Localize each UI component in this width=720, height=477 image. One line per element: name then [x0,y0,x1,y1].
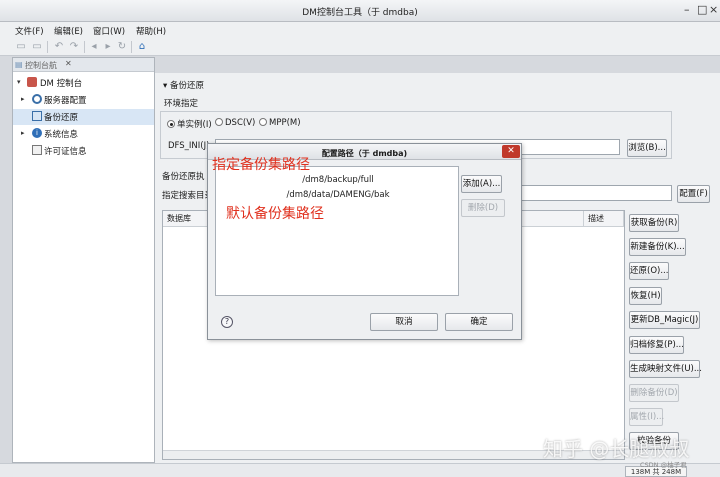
zhihu-watermark: 知乎 @长腿叔叔 [543,437,690,461]
restore-button[interactable]: 还原(O)... [629,262,669,280]
delete-path-button[interactable]: 删除(D) [461,199,505,217]
help-icon[interactable]: ? [221,316,233,328]
menu-window[interactable]: 窗口(W) [93,25,125,37]
close-window-icon[interactable]: × [709,3,718,16]
tree-item-label: 备份还原 [44,113,79,123]
annotation-specify-path: 指定备份集路径 [212,157,310,173]
radio-unchecked-icon [259,118,267,126]
home-icon[interactable]: ⌂ [136,41,148,53]
path-list-item[interactable]: /dm8/backup/full [216,175,460,185]
collapsed-arrow-icon[interactable]: ▸ [21,129,25,137]
navigation-panel: ▤ 控制台航 ✕ ▾ DM 控制台 ▸ 服务器配置 备份还原 ▸ i 系统信息 … [12,57,155,463]
tree-item-backup-restore[interactable]: 备份还原 [13,109,154,125]
menu-edit[interactable]: 编辑(E) [54,25,83,37]
window-title: DM控制台工具（于 dmdba) [302,8,418,18]
delete-backup-button[interactable]: 删除备份(D) [629,384,679,402]
redo-icon[interactable]: ↷ [68,41,80,53]
statusbar [0,463,720,477]
ok-button[interactable]: 确定 [445,313,513,331]
radio-single-instance[interactable]: 单实例(I) [167,118,212,130]
panel-icon: ▤ [15,60,23,69]
env-group-title: 环境指定 [164,99,199,109]
tree-item-label: DM 控制台 [40,79,83,89]
tree-item-system-info[interactable]: ▸ i 系统信息 [13,126,154,142]
tree-item-label: 服务器配置 [44,96,87,106]
close-tab-icon[interactable]: ✕ [65,59,72,68]
save-all-icon[interactable]: ▭ [31,41,43,53]
update-db-magic-button[interactable]: 更新DB_Magic(J) [629,311,700,329]
dm-console-icon [27,77,37,87]
server-config-icon [32,94,42,104]
archive-repair-button[interactable]: 归档修复(P)... [629,336,684,354]
backup-exec-label: 备份还原执 [162,172,205,182]
forward-icon[interactable]: ▸ [102,41,114,53]
save-icon[interactable]: ▭ [15,41,27,53]
back-icon[interactable]: ◂ [88,41,100,53]
recover-button[interactable]: 恢复(H) [629,287,662,305]
path-list-item[interactable]: /dm8/data/DAMENG/bak [216,190,460,200]
collapsed-arrow-icon[interactable]: ▸ [21,95,25,103]
window-titlebar: DM控制台工具（于 dmdba) – □ × [0,0,720,22]
generate-mapping-button[interactable]: 生成映射文件(U)... [629,360,702,378]
col-header-description[interactable]: 描述 [584,211,624,227]
maximize-icon[interactable]: □ [697,3,707,16]
refresh-icon[interactable]: ↻ [116,41,128,53]
radio-unchecked-icon [215,118,223,126]
path-list[interactable]: /dm8/backup/full /dm8/data/DAMENG/bak [215,166,459,296]
radio-dsc[interactable]: DSC(V) [215,118,255,128]
toolbar: ▭ ▭ ↶ ↷ ◂ ▸ ↻ ⌂ [0,38,720,56]
config-button[interactable]: 配置(F) [677,185,710,203]
csdn-watermark: CSDN @柚子君 [640,461,687,469]
menu-help[interactable]: 帮助(H) [136,25,166,37]
tree-item-license-info[interactable]: 许可证信息 [13,143,154,159]
annotation-default-path: 默认备份集路径 [226,206,324,222]
license-icon [32,145,42,155]
section-title: ▾ 备份还原 [163,81,204,91]
menubar: 文件(F) 编辑(E) 窗口(W) 帮助(H) [0,22,720,38]
tree-item-label: 系统信息 [44,130,79,140]
add-path-button[interactable]: 添加(A)... [461,175,502,193]
dfs-ini-label: DFS_INI(J) [168,141,210,151]
cancel-button[interactable]: 取消 [370,313,438,331]
config-path-dialog: 配置路径（于 dmdba) ✕ /dm8/backup/full /dm8/da… [207,143,522,340]
tree-item-label: 许可证信息 [44,147,87,157]
radio-mpp[interactable]: MPP(M) [259,118,301,128]
search-dir-label: 指定搜索目录 [162,191,214,201]
undo-icon[interactable]: ↶ [53,41,65,53]
nav-panel-tab[interactable]: ▤ 控制台航 ✕ [13,58,154,72]
tree-item-dm-console[interactable]: ▾ DM 控制台 [13,75,154,91]
minimize-icon[interactable]: – [684,3,690,16]
backup-icon [32,111,42,121]
info-icon: i [32,128,42,138]
get-backup-button[interactable]: 获取备份(R) [629,214,679,232]
browse-button[interactable]: 浏览(B)... [627,139,667,157]
menu-file[interactable]: 文件(F) [15,25,44,37]
tree-item-server-config[interactable]: ▸ 服务器配置 [13,92,154,108]
nav-panel-tab-label: 控制台航 [25,61,57,70]
close-dialog-icon[interactable]: ✕ [502,145,520,158]
new-backup-button[interactable]: 新建备份(K)... [629,238,686,256]
properties-button[interactable]: 属性(I)... [629,408,664,426]
radio-checked-icon [167,120,175,128]
expanded-arrow-icon[interactable]: ▾ [17,78,21,86]
